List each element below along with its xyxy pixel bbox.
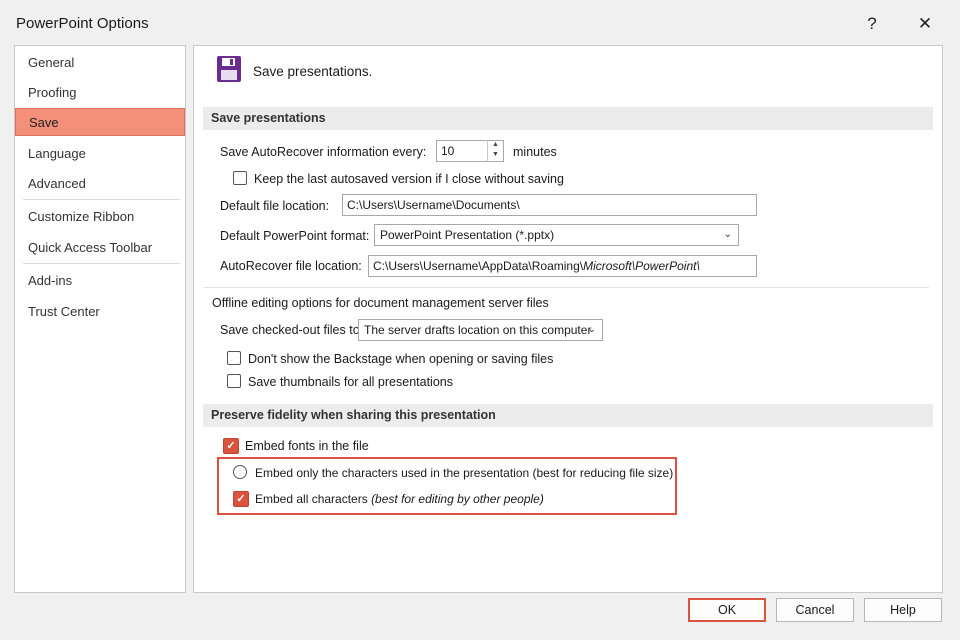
default-format-label: Default PowerPoint format: [220,229,370,243]
embed-used-radio[interactable] [233,465,247,479]
thumbnails-label: Save thumbnails for all presentations [248,375,453,389]
autorecover-location-label: AutoRecover file location: [220,259,362,273]
autorecover-label: Save AutoRecover information every: [220,145,427,159]
section-divider [204,287,929,288]
autorecover-location-prefix: C:\Users\Username\AppData\Roaming\ [373,259,584,273]
nav-item-advanced[interactable]: Advanced [15,170,185,198]
embed-fonts-label: Embed fonts in the file [245,439,369,453]
nav-item-trust-center[interactable]: Trust Center [15,298,185,326]
embed-all-text: Embed all characters (best for editing b… [255,492,544,506]
default-location-input[interactable]: C:\Users\Username\Documents\ [342,194,757,216]
help-footer-button[interactable]: Help [864,598,942,622]
nav-item-language[interactable]: Language [15,140,185,168]
nav-item-customize-ribbon[interactable]: Customize Ribbon [15,203,185,231]
nav-item-proofing[interactable]: Proofing [15,79,185,107]
checked-out-value: The server drafts location on this compu… [364,323,592,337]
section-header-fidelity: Preserve fidelity when sharing this pres… [203,404,933,427]
default-location-label: Default file location: [220,199,330,213]
window-title: PowerPoint Options [16,15,149,32]
default-location-value: C:\Users\Username\Documents\ [347,198,520,212]
autorecover-location-input[interactable]: C:\Users\Username\AppData\Roaming\Micros… [368,255,757,277]
checked-out-label: Save checked-out files to: [220,323,364,337]
section-header-save: Save presentations [203,107,933,130]
backstage-checkbox[interactable] [227,351,241,365]
nav-item-save[interactable]: Save [15,108,185,136]
page-heading: Save presentations. [253,64,373,79]
close-button[interactable]: ✕ [910,9,940,39]
nav-divider [23,263,180,264]
embed-all-hint: (best for editing by other people) [371,492,544,506]
nav-divider [23,199,180,200]
minutes-label: minutes [513,145,557,159]
nav-item-add-ins[interactable]: Add-ins [15,267,185,295]
backstage-label: Don't show the Backstage when opening or… [248,352,554,366]
keep-last-autosave-label: Keep the last autosaved version if I clo… [254,172,564,186]
embed-used-label: Embed only the characters used in the pr… [255,466,674,480]
checked-out-select[interactable]: The server drafts location on this compu… [358,319,603,341]
offline-section-title: Offline editing options for document man… [212,296,549,310]
keep-last-autosave-checkbox[interactable] [233,171,247,185]
nav-item-quick-access-toolbar[interactable]: Quick Access Toolbar [15,234,185,262]
embed-all-checkbox[interactable]: ✓ [233,491,249,507]
default-format-value: PowerPoint Presentation (*.pptx) [380,228,555,242]
cancel-button[interactable]: Cancel [776,598,854,622]
help-button[interactable]: ? [857,9,887,39]
ok-button[interactable]: OK [688,598,766,622]
autorecover-minutes-value: 10 [441,144,455,158]
options-nav: General Proofing Save Language Advanced … [14,45,186,593]
chevron-down-icon: ⌄ [723,229,732,240]
autorecover-spinner[interactable]: ▲ ▼ [487,140,503,162]
nav-item-general[interactable]: General [15,49,185,77]
chevron-down-icon: ⌄ [587,324,596,335]
save-icon [217,56,241,82]
default-format-select[interactable]: PowerPoint Presentation (*.pptx) ⌄ [374,224,739,246]
autorecover-location-italic: Microsoft\PowerPoint\ [583,259,700,273]
embed-all-label: Embed all characters [255,492,368,506]
thumbnails-checkbox[interactable] [227,374,241,388]
embed-fonts-checkbox[interactable]: ✓ [223,438,239,454]
